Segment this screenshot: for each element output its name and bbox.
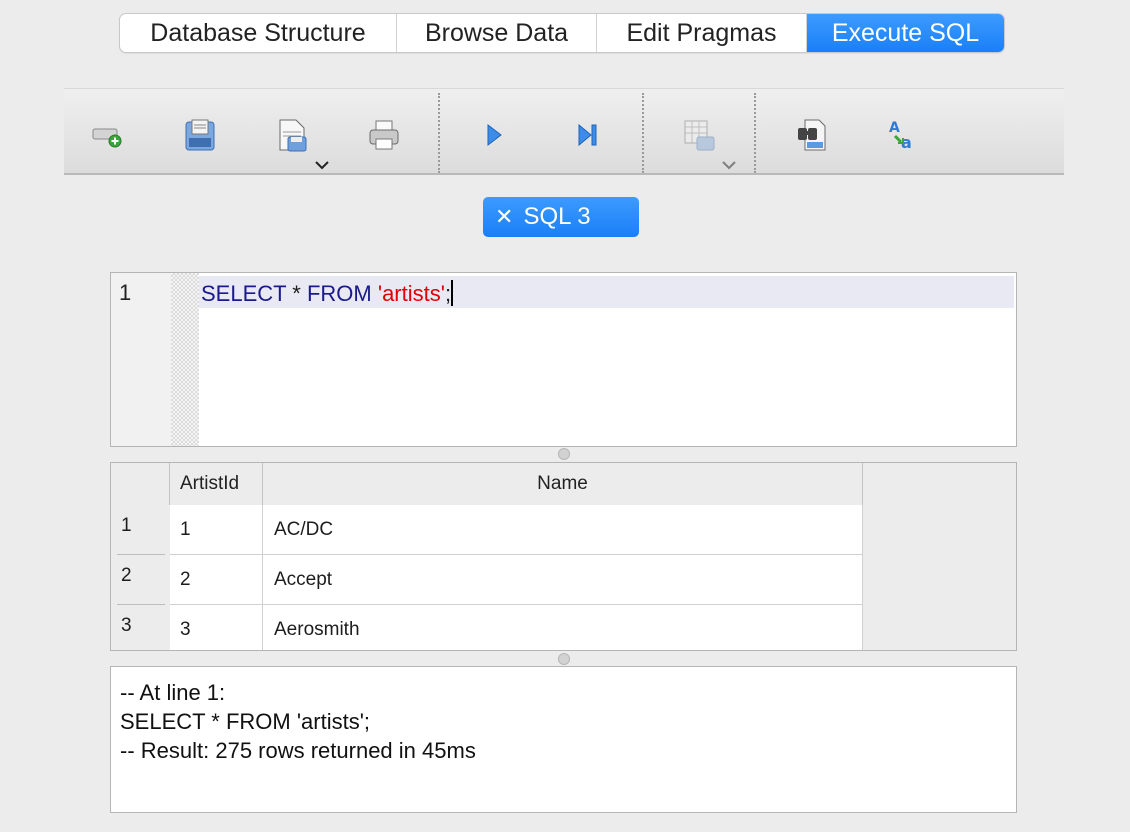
open-tab-button[interactable] [89,117,125,153]
sql-editor-tab[interactable]: ✕ SQL 3 [483,197,639,237]
message-line: -- Result: 275 rows returned in 45ms [120,738,476,763]
table-cell-name[interactable]: Aerosmith [263,605,863,650]
table-cell-name[interactable]: Accept [263,555,863,605]
table-cell-artistid[interactable]: 2 [170,555,263,605]
row-number[interactable]: 3 [111,605,170,650]
save-results-button[interactable] [681,117,717,153]
open-tab-icon [92,128,122,148]
toolbar-separator [754,93,756,173]
toolbar-separator [438,93,440,173]
column-header-name[interactable]: Name [263,463,863,505]
chevron-down-icon[interactable] [314,159,330,171]
line-number: 1 [119,280,132,305]
table-row: 2 2 Accept [111,555,863,605]
tab-database-structure[interactable]: Database Structure [120,14,397,52]
find-button[interactable] [794,117,830,153]
print-button[interactable] [366,117,402,153]
find-replace-button[interactable]: A a [886,117,922,153]
row-number[interactable]: 2 [111,555,170,605]
editor-results-splitter[interactable] [558,448,570,460]
table-cell-artistid[interactable]: 3 [170,605,263,650]
text-caret [451,280,454,306]
tab-edit-pragmas[interactable]: Edit Pragmas [597,14,807,52]
save-sql-file-button[interactable] [274,117,310,153]
sql-token-star: * [286,281,307,306]
message-pane[interactable]: -- At line 1: SELECT * FROM 'artists'; -… [110,666,1017,813]
save-results-icon [684,120,715,151]
execute-all-button[interactable] [476,117,512,153]
results-message-splitter[interactable] [558,653,570,665]
sql-string-table: 'artists' [377,281,445,306]
results-grid[interactable]: ArtistId Name 1 1 AC/DC 2 2 Accept 3 3 A… [110,462,1017,651]
sql-keyword-from: FROM [306,281,372,306]
sql-editor[interactable]: 1 SELECT * FROM 'artists'; [110,272,1017,447]
sql-toolbar: A a [64,88,1064,175]
line-number-gutter: 1 [111,273,171,446]
find-icon [798,119,826,151]
message-line: -- At line 1: [120,680,226,705]
fold-margin [171,273,199,446]
sql-keyword-select: SELECT [201,281,287,306]
close-icon[interactable]: ✕ [495,204,513,230]
sql-tab-label: SQL 3 [523,203,591,230]
chevron-down-icon[interactable] [721,159,737,171]
tab-execute-sql[interactable]: Execute SQL [807,14,1004,52]
table-row: 3 3 Aerosmith [111,605,863,650]
table-row: 1 1 AC/DC [111,505,863,555]
column-header-artistid[interactable]: ArtistId [170,463,263,505]
execute-current-line-icon [578,123,597,147]
open-sql-file-button[interactable] [182,117,218,153]
svg-text:A: A [889,120,900,136]
toolbar-separator [642,93,644,173]
main-tab-bar: Database Structure Browse Data Edit Prag… [119,13,1005,53]
open-sql-file-icon [185,119,215,151]
row-header-corner [111,463,170,505]
find-replace-icon: A a [889,120,912,152]
sql-code-line[interactable]: SELECT * FROM 'artists'; [201,280,454,307]
row-number[interactable]: 1 [111,505,170,555]
execute-all-icon [487,123,502,147]
table-cell-name[interactable]: AC/DC [263,505,863,555]
message-line: SELECT * FROM 'artists'; [120,709,371,734]
save-sql-file-icon [279,119,307,152]
print-icon [369,120,399,150]
table-cell-artistid[interactable]: 1 [170,505,263,555]
execute-current-line-button[interactable] [570,117,606,153]
tab-browse-data[interactable]: Browse Data [397,14,597,52]
